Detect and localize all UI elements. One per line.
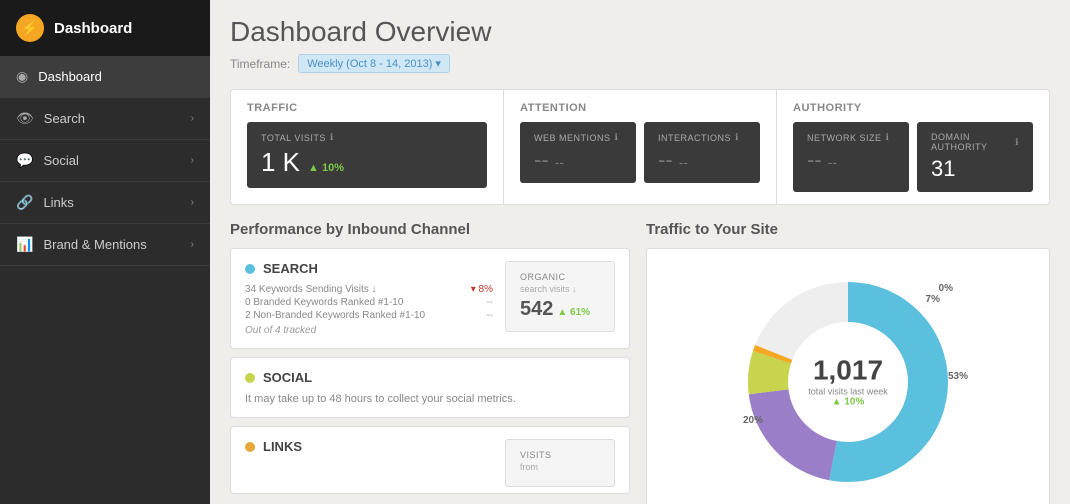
stats-row: Traffic TOTAL VISITS ℹ 1 K ▲ 10% Attenti…: [230, 89, 1050, 205]
organic-change: ▲ 61%: [557, 307, 590, 318]
search-stat-3: 2 Non-Branded Keywords Ranked #1-10 --: [245, 310, 493, 321]
timeframe-row: Timeframe: Weekly (Oct 8 - 14, 2013) ▾: [230, 54, 1050, 73]
chart-container: 1,017 total visits last week ▲ 10% 53% 2…: [646, 248, 1050, 504]
channel-card-search: SEARCH 34 Keywords Sending Visits ↓ ▾ 8%…: [230, 248, 630, 349]
performance-panel: Performance by Inbound Channel SEARCH 34…: [230, 221, 630, 504]
organic-box: ORGANIC search visits ↓ 542 ▲ 61%: [505, 261, 615, 332]
search-note: Out of 4 tracked: [245, 325, 493, 336]
traffic-title: Traffic: [247, 102, 487, 114]
traffic-chart-panel: Traffic to Your Site: [646, 221, 1050, 504]
web-mentions-value: -- --: [534, 147, 564, 172]
sidebar-item-social[interactable]: 💬 Social ›: [0, 140, 210, 182]
channel-card-links: LINKS VISITS from: [230, 426, 630, 494]
interactions-card: INTERACTIONS ℹ -- --: [644, 122, 760, 183]
chevron-right-icon: ›: [191, 155, 194, 166]
search-stat-1: 34 Keywords Sending Visits ↓ ▾ 8%: [245, 284, 493, 295]
domain-authority-value: 31: [931, 156, 955, 181]
links-channel-label: LINKS: [263, 439, 302, 454]
search-stat-val-3: --: [486, 310, 493, 321]
sidebar-item-brand[interactable]: 📊 Brand & Mentions ›: [0, 224, 210, 266]
page-title: Dashboard Overview: [230, 16, 1050, 48]
network-size-card: NETWORK SIZE ℹ -- --: [793, 122, 909, 192]
interactions-info: ℹ: [735, 132, 739, 143]
attention-title: Attention: [520, 102, 760, 114]
authority-section: Authority NETWORK SIZE ℹ -- -- DOMAIN AU…: [777, 90, 1049, 204]
total-visits-change: ▲ 10%: [308, 162, 344, 174]
logo-icon: ⚡: [16, 14, 44, 42]
search-stat-change-1: ▾ 8%: [471, 284, 493, 295]
network-size-value: -- --: [807, 147, 837, 172]
timeframe-label: Timeframe:: [230, 57, 290, 71]
dashboard-icon: ◉: [16, 68, 28, 85]
links-dot: [245, 442, 255, 452]
authority-title: Authority: [793, 102, 1033, 114]
pct-0: 0%: [939, 283, 953, 294]
search-icon: 👁: [16, 110, 34, 127]
domain-authority-card: DOMAIN AUTHORITY ℹ 31: [917, 122, 1033, 192]
sidebar-label-dashboard: Dashboard: [38, 69, 102, 84]
social-icon: 💬: [16, 152, 33, 169]
donut-value: 1,017: [808, 357, 888, 385]
bottom-section: Performance by Inbound Channel SEARCH 34…: [230, 221, 1050, 504]
social-dot: [245, 373, 255, 383]
network-size-info: ℹ: [886, 132, 890, 143]
attention-section: Attention WEB MENTIONS ℹ -- -- INTERACTI…: [504, 90, 777, 204]
interactions-value: -- --: [658, 147, 688, 172]
search-stat-label-2: 0 Branded Keywords Ranked #1-10: [245, 297, 403, 308]
sidebar-label-search: Search: [44, 111, 85, 126]
search-stat-val-2: --: [486, 297, 493, 308]
donut-label: total visits last week: [808, 387, 888, 397]
logo-text: Dashboard: [54, 20, 132, 37]
organic-value: 542: [520, 298, 553, 321]
pct-20: 20%: [743, 415, 763, 426]
links-icon: 🔗: [16, 194, 33, 211]
domain-authority-info: ℹ: [1015, 137, 1019, 148]
donut-center: 1,017 total visits last week ▲ 10%: [808, 357, 888, 408]
donut-chart: 1,017 total visits last week ▲ 10% 53% 2…: [738, 272, 958, 492]
pct-53: 53%: [948, 371, 968, 382]
channel-card-social: SOCIAL It may take up to 48 hours to col…: [230, 357, 630, 418]
sidebar-label-brand: Brand & Mentions: [43, 237, 146, 252]
traffic-section: Traffic TOTAL VISITS ℹ 1 K ▲ 10%: [231, 90, 504, 204]
chevron-right-icon: ›: [191, 113, 194, 124]
total-visits-label: TOTAL VISITS: [261, 133, 326, 143]
interactions-label: INTERACTIONS: [658, 133, 731, 143]
search-stat-label-1: 34 Keywords Sending Visits ↓: [245, 284, 377, 295]
traffic-chart-title: Traffic to Your Site: [646, 221, 1050, 238]
sidebar-item-dashboard[interactable]: ◉ Dashboard: [0, 56, 210, 98]
main-content: Dashboard Overview Timeframe: Weekly (Oc…: [210, 0, 1070, 504]
total-visits-value: 1 K: [261, 147, 300, 178]
brand-icon: 📊: [16, 236, 33, 253]
total-visits-info: ℹ: [330, 132, 334, 143]
search-channel-label: SEARCH: [263, 261, 318, 276]
total-visits-card: TOTAL VISITS ℹ 1 K ▲ 10%: [247, 122, 487, 188]
domain-authority-label: DOMAIN AUTHORITY: [931, 132, 1011, 152]
search-dot: [245, 264, 255, 274]
sidebar-item-links[interactable]: 🔗 Links ›: [0, 182, 210, 224]
visits-label: VISITS: [520, 450, 600, 460]
search-stat-2: 0 Branded Keywords Ranked #1-10 --: [245, 297, 493, 308]
visits-box: VISITS from: [505, 439, 615, 487]
chevron-right-icon: ›: [191, 239, 194, 250]
sidebar-label-links: Links: [43, 195, 73, 210]
network-size-label: NETWORK SIZE: [807, 133, 882, 143]
timeframe-dropdown[interactable]: Weekly (Oct 8 - 14, 2013) ▾: [298, 54, 450, 73]
chevron-right-icon: ›: [191, 197, 194, 208]
sidebar-item-search[interactable]: 👁 Search ›: [0, 98, 210, 140]
pct-7: 7%: [926, 294, 940, 305]
performance-title: Performance by Inbound Channel: [230, 221, 630, 238]
search-stat-label-3: 2 Non-Branded Keywords Ranked #1-10: [245, 310, 425, 321]
sidebar-label-social: Social: [43, 153, 78, 168]
social-message: It may take up to 48 hours to collect yo…: [245, 393, 615, 405]
donut-change: ▲ 10%: [808, 397, 888, 408]
social-channel-label: SOCIAL: [263, 370, 312, 385]
sidebar-logo: ⚡ Dashboard: [0, 0, 210, 56]
web-mentions-info: ℹ: [615, 132, 619, 143]
organic-label: ORGANIC: [520, 272, 600, 282]
visits-sublabel: from: [520, 462, 600, 472]
organic-sublabel: search visits ↓: [520, 284, 600, 294]
web-mentions-label: WEB MENTIONS: [534, 133, 611, 143]
web-mentions-card: WEB MENTIONS ℹ -- --: [520, 122, 636, 183]
sidebar: ⚡ Dashboard ◉ Dashboard 👁 Search › 💬 Soc…: [0, 0, 210, 504]
